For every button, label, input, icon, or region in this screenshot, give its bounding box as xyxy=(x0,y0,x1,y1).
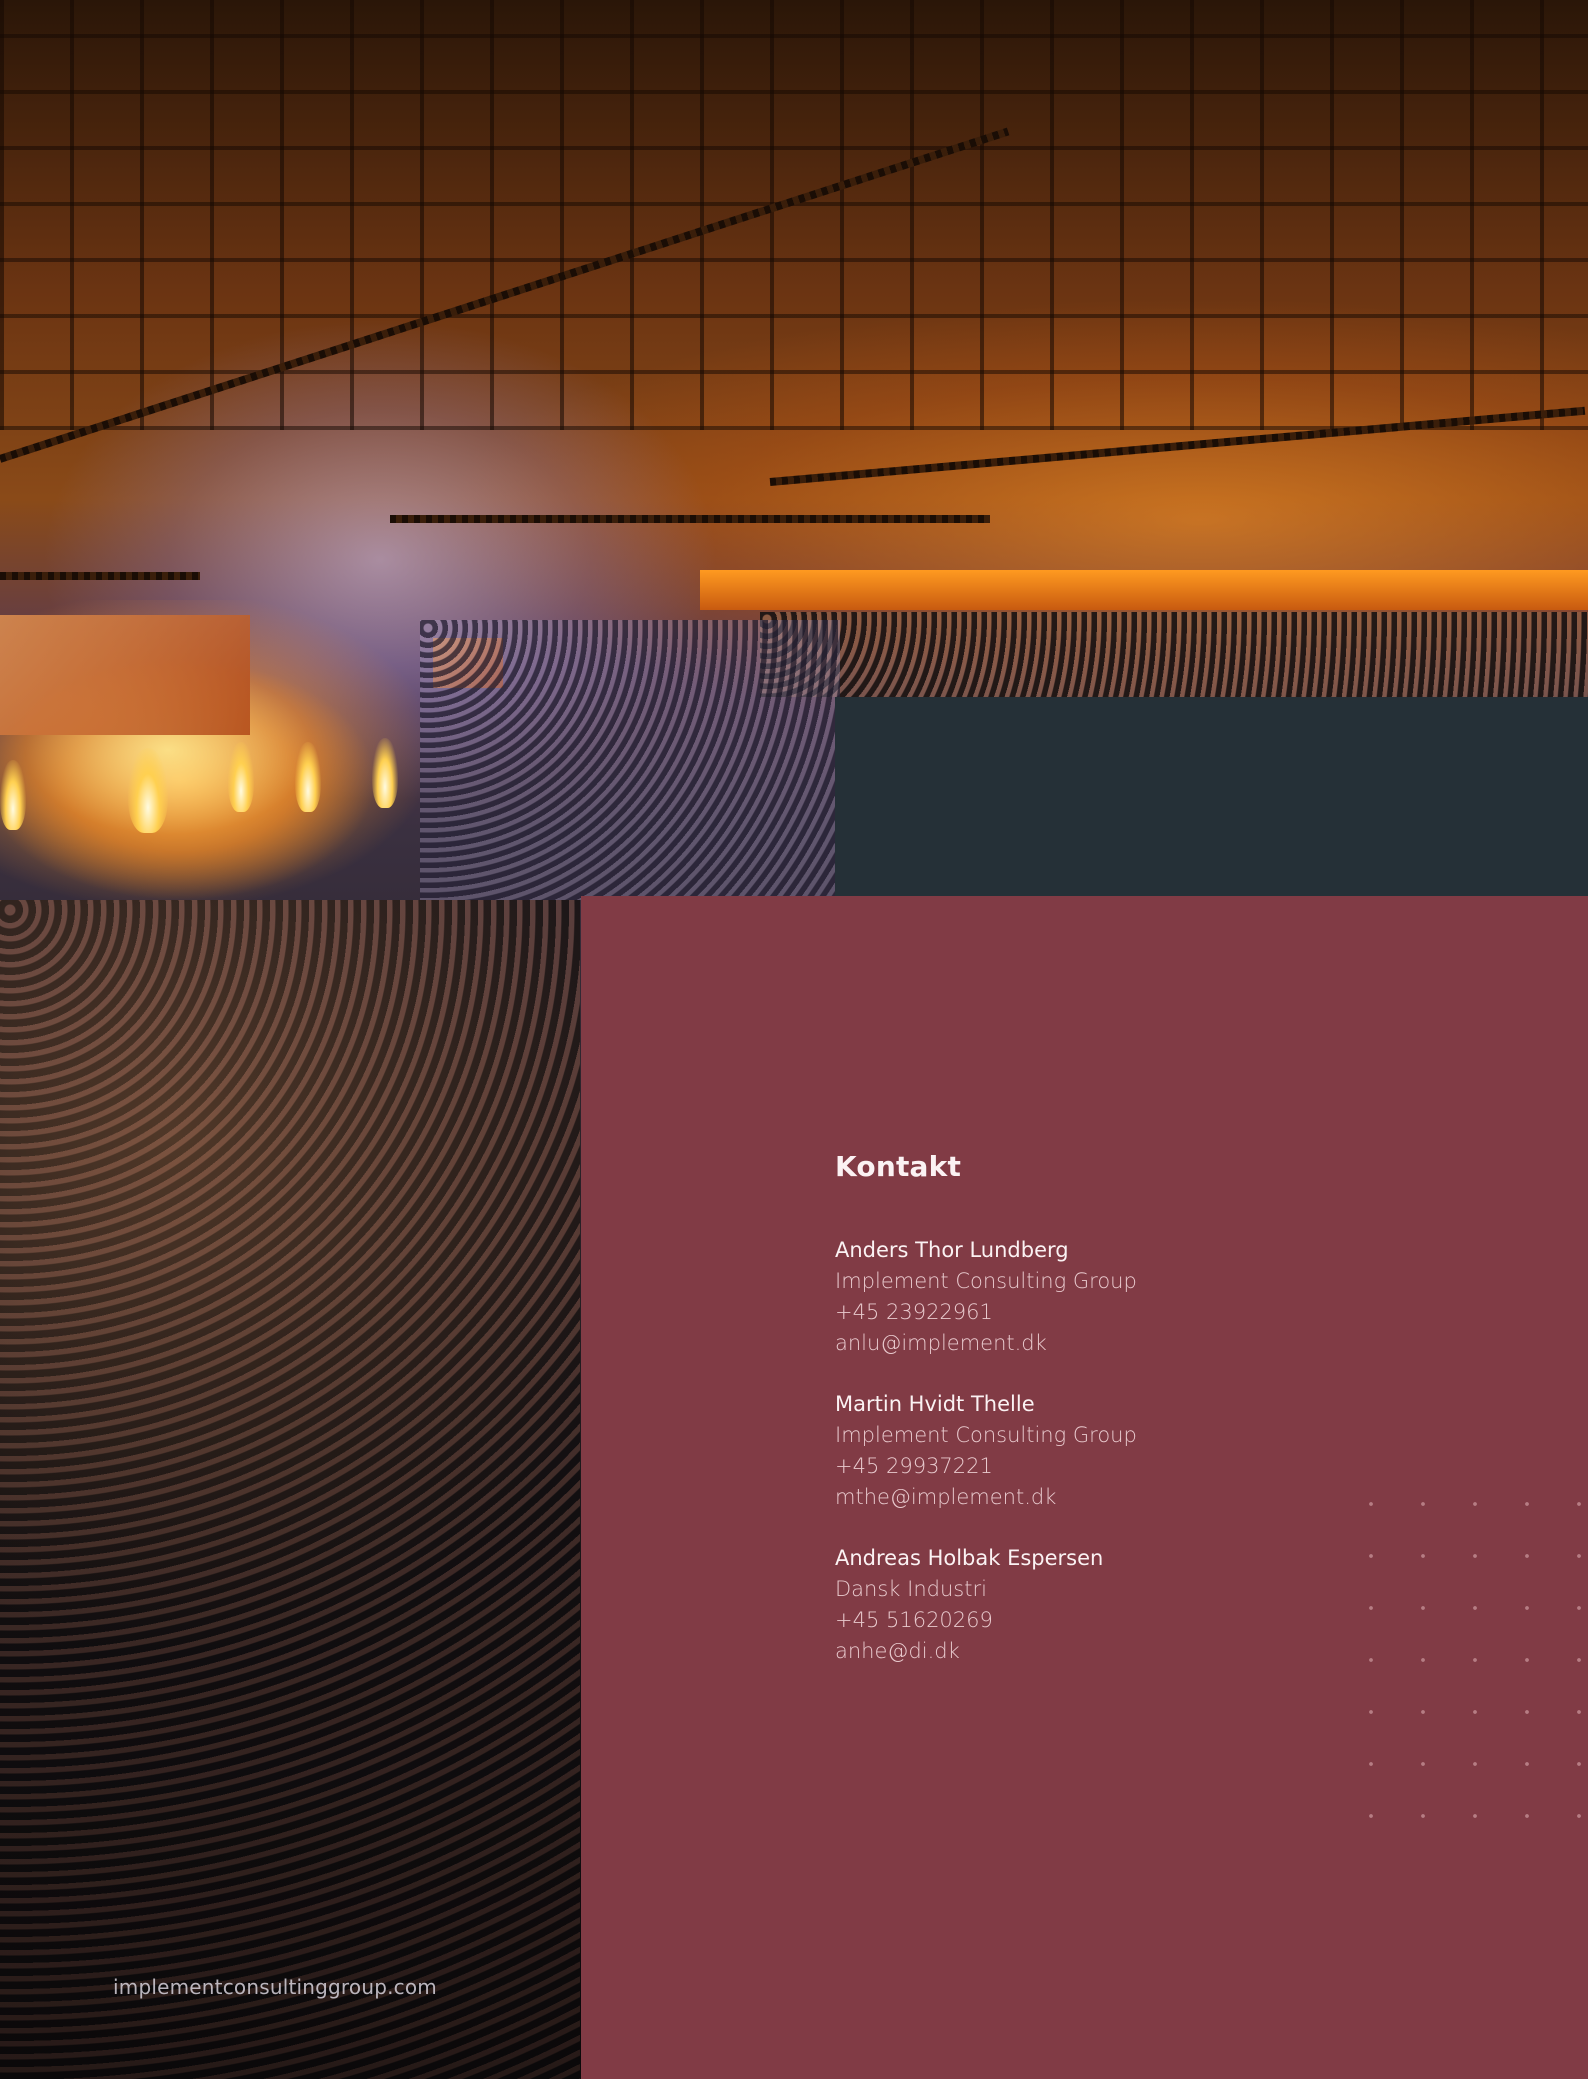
footer-website-link[interactable]: implementconsultinggroup.com xyxy=(113,1975,437,1999)
contact-phone: +45 23922961 xyxy=(835,1300,993,1324)
contact-heading: Kontakt xyxy=(835,1150,962,1183)
contact-person: Andreas Holbak Espersen Dansk Industri +… xyxy=(835,1543,1137,1667)
contact-section: Kontakt Anders Thor Lundberg Implement C… xyxy=(835,1150,1137,1697)
contact-name: Anders Thor Lundberg xyxy=(835,1238,1069,1262)
contact-company: Implement Consulting Group xyxy=(835,1269,1137,1293)
contact-company: Implement Consulting Group xyxy=(835,1423,1137,1447)
contact-person: Martin Hvidt Thelle Implement Consulting… xyxy=(835,1389,1137,1513)
dark-accent-panel xyxy=(835,697,1588,897)
contact-phone: +45 29937221 xyxy=(835,1454,993,1478)
contact-email[interactable]: anlu@implement.dk xyxy=(835,1328,1137,1359)
contact-email[interactable]: anhe@di.dk xyxy=(835,1636,1137,1667)
contact-name: Martin Hvidt Thelle xyxy=(835,1392,1035,1416)
contact-company: Dansk Industri xyxy=(835,1577,987,1601)
dot-pattern xyxy=(1345,1478,1588,1858)
contact-phone: +45 51620269 xyxy=(835,1608,993,1632)
contact-name: Andreas Holbak Espersen xyxy=(835,1546,1104,1570)
contact-person: Anders Thor Lundberg Implement Consultin… xyxy=(835,1235,1137,1359)
contact-email[interactable]: mthe@implement.dk xyxy=(835,1482,1137,1513)
